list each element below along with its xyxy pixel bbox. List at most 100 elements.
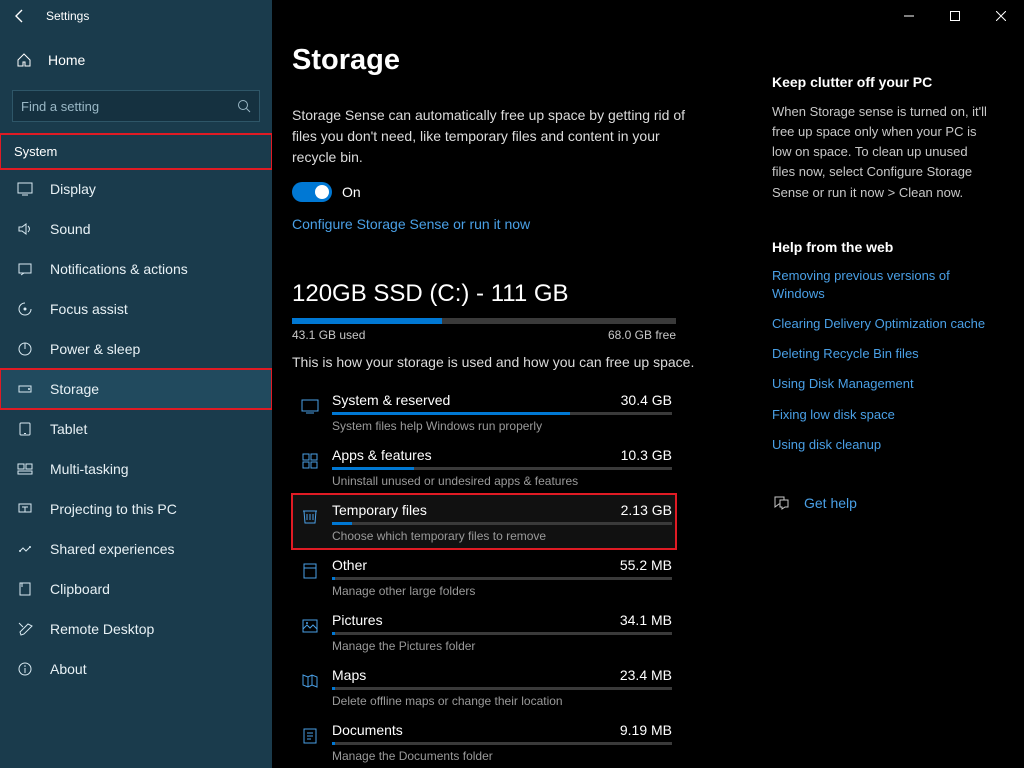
sidebar-item-tablet[interactable]: Tablet	[0, 409, 272, 449]
titlebar: Settings	[0, 0, 1024, 32]
category-subtitle: System files help Windows run properly	[332, 419, 672, 433]
get-help-link[interactable]: Get help	[804, 495, 857, 511]
sidebar-item-label: Projecting to this PC	[50, 501, 177, 517]
usage-description: This is how your storage is used and how…	[292, 354, 772, 370]
category-name: Documents	[332, 722, 403, 738]
category-icon	[296, 612, 324, 636]
sidebar-item-label: Sound	[50, 221, 90, 237]
page-heading: Storage	[292, 44, 772, 77]
storage-category-temporary-files[interactable]: Temporary files2.13 GBChoose which tempo…	[292, 494, 676, 549]
category-size: 10.3 GB	[621, 447, 672, 463]
category-name: Apps & features	[332, 447, 432, 463]
sidebar-item-label: Multi-tasking	[50, 461, 129, 477]
right-heading-1: Keep clutter off your PC	[772, 74, 990, 90]
storage-category-documents[interactable]: Documents9.19 MBManage the Documents fol…	[292, 714, 676, 768]
right-text-1: When Storage sense is turned on, it'll f…	[772, 102, 990, 203]
sidebar: Home System Display Sound Notifications & …	[0, 0, 272, 768]
help-link[interactable]: Using Disk Management	[772, 375, 990, 393]
help-link[interactable]: Removing previous versions of Windows	[772, 267, 990, 303]
category-size: 9.19 MB	[620, 722, 672, 738]
category-bar	[332, 632, 672, 635]
sidebar-item-multi-tasking[interactable]: Multi-tasking	[0, 449, 272, 489]
help-link[interactable]: Deleting Recycle Bin files	[772, 345, 990, 363]
sidebar-item-label: Tablet	[50, 421, 87, 437]
search-box[interactable]	[12, 90, 260, 122]
drive-heading: 120GB SSD (C:) - 111 GB	[292, 280, 772, 308]
help-link[interactable]: Fixing low disk space	[772, 406, 990, 424]
sidebar-icon	[14, 581, 36, 597]
sidebar-item-notifications-actions[interactable]: Notifications & actions	[0, 249, 272, 289]
category-bar	[332, 687, 672, 690]
home-button[interactable]: Home	[0, 40, 272, 80]
category-icon	[296, 502, 324, 526]
storage-category-maps[interactable]: Maps 23.4 MB Delete offline maps or change…	[292, 659, 676, 714]
storage-category-system-reserved[interactable]: System & reserved30.4 GBSystem files hel…	[292, 384, 676, 439]
category-size: 55.2 MB	[620, 557, 672, 573]
storage-sense-toggle[interactable]	[292, 182, 332, 202]
category-size: 30.4 GB	[621, 392, 672, 408]
search-input[interactable]	[21, 99, 237, 114]
category-subtitle: Manage other large folders	[332, 584, 672, 598]
maximize-button[interactable]	[932, 0, 978, 32]
sidebar-item-label: Focus assist	[50, 301, 128, 317]
sidebar-item-projecting-to-this-pc[interactable]: Projecting to this PC	[0, 489, 272, 529]
category-name: Maps	[332, 667, 366, 683]
category-bar	[332, 577, 672, 580]
sidebar-item-label: Storage	[50, 381, 99, 397]
drive-usage-bar	[292, 318, 676, 324]
sidebar-icon	[14, 301, 36, 317]
help-link[interactable]: Using disk cleanup	[772, 436, 990, 454]
sidebar-item-focus-assist[interactable]: Focus assist	[0, 289, 272, 329]
category-subtitle: Delete offline maps or change their loca…	[332, 694, 672, 708]
category-name: Temporary files	[332, 502, 427, 518]
storage-sense-description: Storage Sense can automatically free up …	[292, 105, 692, 168]
storage-category-apps-features[interactable]: Apps & features 10.3 GB Uninstall unused o…	[292, 439, 676, 494]
sidebar-item-label: Power & sleep	[50, 341, 140, 357]
help-link[interactable]: Clearing Delivery Optimization cache	[772, 315, 990, 333]
category-size: 23.4 MB	[620, 667, 672, 683]
window-title: Settings	[46, 9, 89, 23]
search-icon	[237, 99, 251, 113]
sidebar-item-label: Notifications & actions	[50, 261, 188, 277]
sidebar-item-about[interactable]: About	[0, 649, 272, 689]
category-system[interactable]: System	[0, 134, 272, 169]
drive-used-label: 43.1 GB used	[292, 328, 365, 342]
home-label: Home	[48, 52, 85, 68]
drive-free-label: 68.0 GB free	[608, 328, 676, 342]
back-button[interactable]	[10, 6, 30, 26]
sidebar-item-label: Display	[50, 181, 96, 197]
sidebar-icon	[14, 501, 36, 517]
sidebar-icon	[14, 461, 36, 477]
category-subtitle: Choose which temporary files to remove	[332, 529, 672, 543]
category-icon	[296, 667, 324, 691]
category-size: 34.1 MB	[620, 612, 672, 628]
sidebar-item-sound[interactable]: Sound	[0, 209, 272, 249]
sidebar-item-shared-experiences[interactable]: Shared experiences	[0, 529, 272, 569]
sidebar-item-power-sleep[interactable]: Power & sleep	[0, 329, 272, 369]
sidebar-item-display[interactable]: Display	[0, 169, 272, 209]
configure-storage-sense-link[interactable]: Configure Storage Sense or run it now	[292, 216, 530, 232]
chat-icon	[772, 494, 796, 512]
minimize-button[interactable]	[886, 0, 932, 32]
storage-category-other[interactable]: Other55.2 MBManage other large folders	[292, 549, 676, 604]
category-bar	[332, 412, 672, 415]
right-column: Keep clutter off your PC When Storage se…	[772, 44, 1002, 768]
sidebar-item-clipboard[interactable]: Clipboard	[0, 569, 272, 609]
toggle-label: On	[342, 184, 361, 200]
close-button[interactable]	[978, 0, 1024, 32]
home-icon	[14, 52, 34, 68]
sidebar-item-remote-desktop[interactable]: Remote Desktop	[0, 609, 272, 649]
sidebar-item-storage[interactable]: Storage	[0, 369, 272, 409]
sidebar-item-label: Clipboard	[50, 581, 110, 597]
sidebar-icon	[14, 661, 36, 677]
sidebar-icon	[14, 261, 36, 277]
category-subtitle: Uninstall unused or undesired apps & fea…	[332, 474, 672, 488]
sidebar-icon	[14, 541, 36, 557]
category-bar	[332, 522, 672, 525]
storage-category-pictures[interactable]: Pictures34.1 MBManage the Pictures folde…	[292, 604, 676, 659]
category-icon	[296, 447, 324, 471]
category-name: Pictures	[332, 612, 383, 628]
category-bar	[332, 742, 672, 745]
sidebar-icon	[14, 381, 36, 397]
category-icon	[296, 722, 324, 746]
